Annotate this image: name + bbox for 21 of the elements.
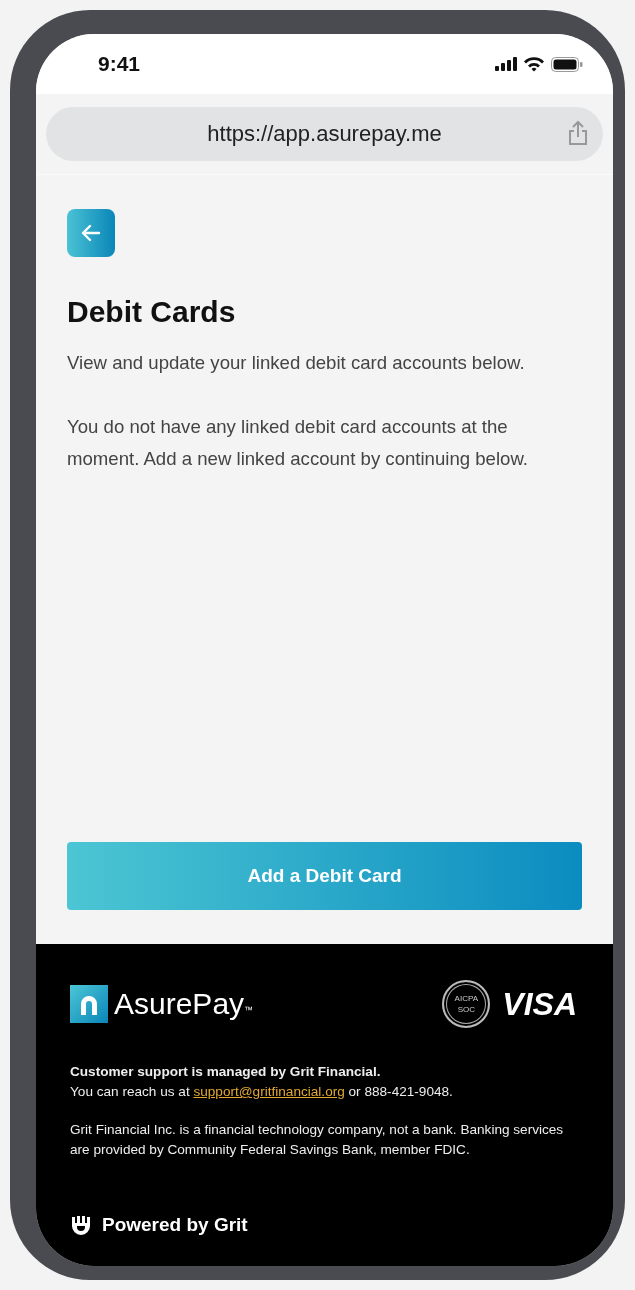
share-icon[interactable] (567, 120, 589, 146)
url-text: https://app.asurepay.me (207, 121, 442, 147)
empty-message: You do not have any linked debit card accounts at the moment. Add a new linked account by continuing below. (67, 415, 529, 471)
battery-icon (551, 56, 583, 72)
trademark-sign: ™ (244, 1005, 254, 1015)
aicpa-soc-seal: AICPA SOC (442, 980, 491, 1028)
status-time: 9:41 (98, 52, 141, 76)
support-heading: Customer support is managed by Grit Financial. (70, 1063, 382, 1081)
card-network-logo: VISA (502, 985, 577, 1023)
support-email-link[interactable]: support@gritfinancial.org (193, 1084, 345, 1099)
address-bar[interactable]: https://app.asurepay.me (46, 107, 603, 161)
powered-by-text: Powered by Grit (102, 1214, 248, 1236)
back-button[interactable] (67, 209, 115, 257)
brand-name: AsurePay (114, 987, 245, 1021)
wifi-icon (523, 56, 545, 72)
intro-text: View and update your linked debit card accounts below. (67, 351, 526, 375)
disclaimer-text: Grit Financial Inc. is a financial technology company, not a bank. Banking services are provided by Community Federal Savings Bank, member FDIC. (70, 1121, 565, 1159)
brand-logo-icon (70, 985, 108, 1023)
contact-text: You can reach us at support@gritfinancial.org or 888-421-9048. (70, 1083, 454, 1101)
signal-icon (495, 57, 517, 71)
page-title: Debit Cards (67, 295, 237, 329)
